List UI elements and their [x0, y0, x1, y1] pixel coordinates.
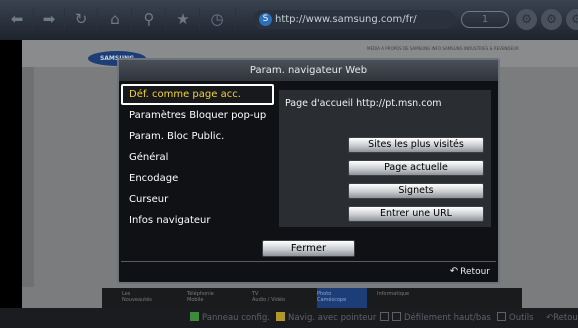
url-text: http://www.samsung.com/fr/: [275, 14, 417, 25]
toolbar-separator: [199, 8, 200, 30]
help-scroll-label: Défilement haut/bas: [404, 313, 491, 323]
tools-gear-icon[interactable]: ⚙: [541, 9, 562, 30]
web-nav-line: Informatique: [377, 291, 410, 297]
bookmark-star-icon[interactable]: ★: [172, 8, 194, 30]
menu-item-encoding[interactable]: Encodage: [121, 168, 274, 189]
toolbar-separator: [165, 8, 166, 30]
help-nav-pointer: Navig. avec pointeur: [276, 308, 376, 328]
tools-key-icon: [497, 312, 506, 321]
back-arrow-icon[interactable]: ⬅: [6, 8, 28, 30]
toolbar-separator: [97, 8, 98, 30]
dialog-back-button[interactable]: ↶ Retour: [450, 266, 490, 277]
yellow-key-icon: [276, 312, 285, 321]
up-down-key-icon: [380, 312, 389, 321]
tab-count-button[interactable]: 1: [461, 11, 509, 28]
enter-url-button[interactable]: Entrer une URL: [348, 206, 484, 222]
most-visited-button[interactable]: Sites les plus visités: [348, 137, 484, 153]
close-button[interactable]: Fermer: [262, 240, 355, 257]
exit-icon[interactable]: ⚙: [566, 9, 578, 30]
help-tools: Outils: [497, 308, 534, 328]
menu-item-general[interactable]: Général: [121, 147, 274, 168]
up-down-key-icon: [392, 312, 401, 321]
web-nav-line: Nouveautés: [122, 297, 152, 303]
web-nav-line: Audio / Vidéo: [252, 297, 286, 303]
menu-item-ad-block[interactable]: Param. Bloc Public.: [121, 126, 274, 147]
web-nav-item: TV Audio / Vidéo: [252, 291, 302, 303]
return-arrow-icon: ↶: [449, 266, 459, 277]
url-bar[interactable]: S http://www.samsung.com/fr/: [253, 10, 455, 29]
web-left-strip: [22, 67, 34, 287]
web-nav-item: Les Nouveautés: [122, 291, 172, 303]
bookmarks-button[interactable]: Signets: [348, 183, 484, 199]
web-nav-item-active: Photo Caméscope: [317, 288, 367, 308]
web-top-links: MEDIA A PROPOS DE SAMSUNG INFO SAMSUNG I…: [367, 46, 519, 51]
web-nav-line: Mobile: [187, 297, 204, 303]
toolbar-separator: [64, 8, 65, 30]
help-scroll: Défilement haut/bas: [380, 308, 491, 328]
current-page-button[interactable]: Page actuelle: [348, 160, 484, 176]
web-navbar: Les Nouveautés Téléphonie Mobile TV Audi…: [102, 288, 522, 308]
tab-count: 1: [481, 14, 489, 25]
menu-item-cursor[interactable]: Curseur: [121, 189, 274, 210]
help-back: ↶Retour: [546, 308, 578, 328]
forward-arrow-icon[interactable]: ➡: [38, 8, 60, 30]
help-back-label: Retour: [553, 313, 578, 323]
help-tools-label: Outils: [509, 313, 534, 323]
dialog-back-label: Retour: [460, 267, 490, 277]
browser-toolbar: ⬅ ➡ ↻ ⌂ ⚲ ★ ◷ S http://www.samsung.com/f…: [0, 0, 578, 40]
zoom-icon[interactable]: ⚲: [138, 8, 160, 30]
browser-settings-dialog: Param. navigateur Web Déf. comme page ac…: [117, 58, 500, 284]
help-nav-pointer-label: Navig. avec pointeur: [288, 313, 377, 323]
remote-help-bar: Panneau config. Navig. avec pointeur Déf…: [0, 308, 578, 328]
toolbar-separator: [235, 8, 236, 30]
toolbar-separator: [33, 8, 34, 30]
web-nav-item: Téléphonie Mobile: [187, 291, 237, 303]
green-key-icon: [190, 312, 199, 321]
menu-item-popup-block[interactable]: Paramètres Bloquer pop-up: [121, 105, 274, 126]
site-favicon-icon: S: [259, 13, 272, 26]
current-homepage-text: Page d'accueil http://pt.msn.com: [285, 98, 442, 109]
refresh-icon[interactable]: ↻: [70, 8, 92, 30]
web-nav-item: Informatique: [377, 291, 427, 297]
home-icon[interactable]: ⌂: [104, 8, 126, 30]
homepage-panel: Page d'accueil http://pt.msn.com Sites l…: [279, 90, 491, 227]
menu-item-browser-info[interactable]: Infos navigateur: [121, 210, 274, 231]
settings-gear-icon[interactable]: ⚙: [516, 9, 537, 30]
help-panel-config: Panneau config.: [190, 308, 270, 328]
history-icon[interactable]: ◷: [206, 8, 228, 30]
web-nav-line: Caméscope: [317, 297, 347, 303]
menu-item-set-homepage[interactable]: Déf. comme page acc.: [121, 84, 274, 105]
settings-menu: Déf. comme page acc. Paramètres Bloquer …: [121, 84, 274, 231]
dialog-title: Param. navigateur Web: [119, 60, 498, 81]
toolbar-separator: [131, 8, 132, 30]
help-panel-config-label: Panneau config.: [202, 313, 270, 323]
dialog-divider: [121, 261, 496, 262]
